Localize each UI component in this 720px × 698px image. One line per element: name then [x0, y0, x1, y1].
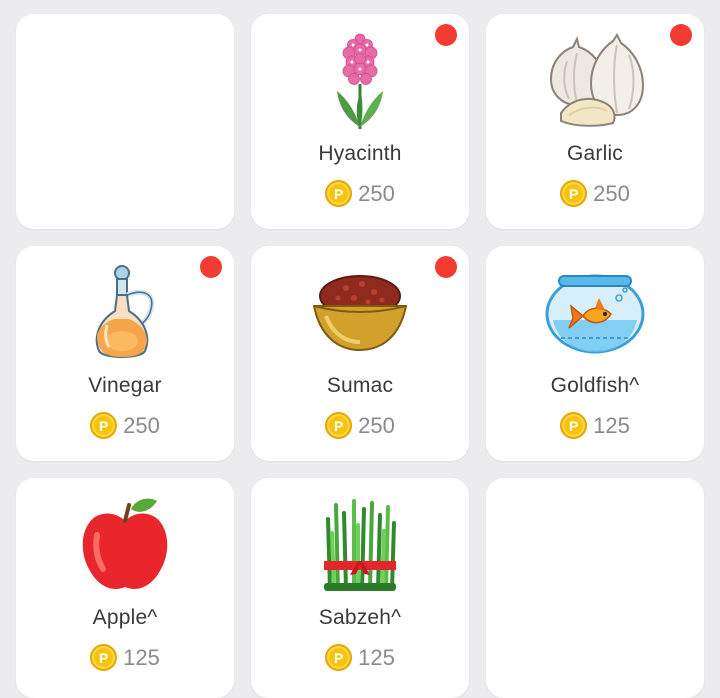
price-amount: 250: [358, 412, 395, 438]
goldfish-icon: [486, 258, 704, 368]
coin-icon: P: [560, 180, 588, 207]
coin-icon: P: [325, 412, 353, 439]
item-name: Garlic: [566, 142, 624, 165]
hyacinth-icon: [251, 26, 469, 136]
item-grid: Hyacinth P 250 Garlic P 250 Vinegar P 25…: [0, 0, 720, 698]
item-price: P 125: [16, 644, 234, 671]
empty-item-card[interactable]: [486, 478, 704, 698]
item-price: P 125: [251, 644, 469, 671]
item-card-garlic[interactable]: Garlic P 250: [486, 14, 704, 229]
price-amount: 250: [593, 180, 630, 206]
item-card-hyacinth[interactable]: Hyacinth P 250: [251, 14, 469, 229]
item-name: Sumac: [326, 374, 394, 397]
vinegar-icon: [16, 258, 234, 368]
item-price: P 250: [486, 180, 704, 207]
item-price: P 250: [251, 180, 469, 207]
coin-icon: P: [90, 644, 118, 671]
item-card-sumac[interactable]: Sumac P 250: [251, 246, 469, 461]
apple-icon: [16, 490, 234, 600]
coin-icon: P: [325, 180, 353, 207]
item-card-goldfish[interactable]: Goldfish^ P 125: [486, 246, 704, 461]
sumac-icon: [251, 258, 469, 368]
price-amount: 125: [123, 644, 160, 670]
item-card-apple[interactable]: Apple^ P 125: [16, 478, 234, 698]
garlic-icon: [486, 26, 704, 136]
item-name: Apple^: [92, 606, 158, 629]
item-card-vinegar[interactable]: Vinegar P 250: [16, 246, 234, 461]
sabzeh-icon: [251, 490, 469, 600]
item-price: P 125: [486, 412, 704, 439]
item-name: Hyacinth: [318, 142, 402, 165]
item-name: Goldfish^: [550, 374, 640, 397]
price-amount: 125: [358, 644, 395, 670]
item-name: Sabzeh^: [318, 606, 402, 629]
item-price: P 250: [251, 412, 469, 439]
empty-item-card[interactable]: [16, 14, 234, 229]
item-card-sabzeh[interactable]: Sabzeh^ P 125: [251, 478, 469, 698]
price-amount: 250: [358, 180, 395, 206]
coin-icon: P: [560, 412, 588, 439]
price-amount: 250: [123, 412, 160, 438]
item-price: P 250: [16, 412, 234, 439]
price-amount: 125: [593, 412, 630, 438]
item-name: Vinegar: [88, 374, 162, 397]
coin-icon: P: [325, 644, 353, 671]
coin-icon: P: [90, 412, 118, 439]
